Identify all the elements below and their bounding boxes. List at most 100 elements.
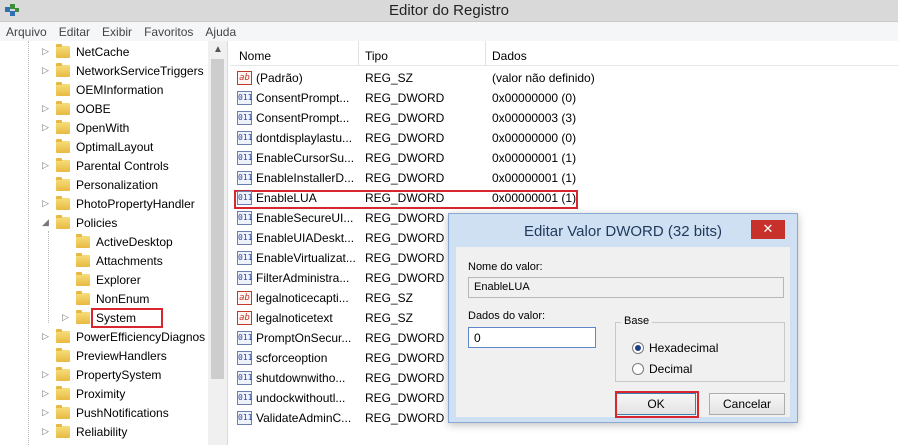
column-divider[interactable] — [358, 41, 359, 66]
expanded-arrow-icon[interactable]: ◢ — [42, 217, 49, 228]
value-name: EnableSecureUI... — [256, 211, 354, 225]
tree-item[interactable]: NonEnum — [0, 290, 208, 309]
tree-item[interactable]: Attachments — [0, 252, 208, 271]
decimal-radio-label[interactable]: Decimal — [649, 362, 692, 376]
tree-item[interactable]: ▷ PropertySystem — [0, 366, 208, 385]
folder-icon — [56, 215, 70, 229]
collapsed-arrow-icon[interactable]: ▷ — [42, 388, 49, 399]
tree-item[interactable]: ▷ OOBE — [0, 100, 208, 119]
ok-highlight-box — [615, 391, 699, 418]
value-data: 0x00000003 (3) — [492, 111, 577, 125]
value-row[interactable]: 011 EnableLUA REG_DWORD 0x00000001 (1) — [230, 188, 898, 208]
folder-icon — [56, 424, 70, 438]
tree-item[interactable]: ▷ Proximity — [0, 385, 208, 404]
dialog-title: Editar Valor DWORD (32 bits) — [523, 223, 723, 240]
collapsed-arrow-icon[interactable]: ▷ — [42, 426, 49, 437]
value-type: REG_DWORD — [365, 131, 445, 145]
list-header: Nome Tipo Dados — [230, 41, 898, 66]
system-key-highlight-box — [91, 308, 163, 328]
tree-item-label: Attachments — [96, 254, 163, 268]
value-type: REG_SZ — [365, 71, 414, 85]
hexadecimal-radio-label[interactable]: Hexadecimal — [649, 341, 718, 355]
collapsed-arrow-icon[interactable]: ▷ — [42, 331, 49, 342]
string-value-icon: ab — [237, 311, 252, 325]
tree-item[interactable]: ▷ Parental Controls — [0, 157, 208, 176]
column-header-tipo[interactable]: Tipo — [365, 49, 388, 63]
collapsed-arrow-icon[interactable]: ▷ — [42, 198, 49, 209]
value-name-label: Nome do valor: — [468, 261, 543, 273]
tree-item[interactable]: ▷ NetCache — [0, 43, 208, 62]
registry-key-tree[interactable]: ▲ ▷ NetCache ▷ NetworkServiceTriggers OEMInf… — [0, 41, 228, 445]
tree-item[interactable]: Personalization — [0, 176, 208, 195]
value-name: ConsentPrompt... — [256, 91, 350, 105]
menu-favoritos[interactable]: Favoritos — [144, 25, 193, 39]
menu-exibir[interactable]: Exibir — [102, 25, 132, 39]
tree-item[interactable]: ▷ Reliability — [0, 423, 208, 442]
tree-item[interactable]: PreviewHandlers — [0, 347, 208, 366]
tree-item-label: Explorer — [96, 273, 141, 287]
tree-item[interactable]: Explorer — [0, 271, 208, 290]
collapsed-arrow-icon[interactable]: ▷ — [62, 312, 69, 323]
binary-value-icon: 011 — [237, 191, 252, 205]
binary-value-icon: 011 — [237, 251, 252, 265]
column-header-nome[interactable]: Nome — [239, 49, 271, 63]
value-data-input[interactable]: 0 — [468, 327, 596, 348]
scroll-up-arrow-icon[interactable]: ▲ — [213, 44, 223, 55]
decimal-radio[interactable] — [632, 363, 644, 375]
hexadecimal-radio[interactable] — [632, 342, 644, 354]
tree-item-label: Parental Controls — [76, 159, 169, 173]
collapsed-arrow-icon[interactable]: ▷ — [42, 160, 49, 171]
folder-icon — [56, 348, 70, 362]
menu-ajuda[interactable]: Ajuda — [205, 25, 236, 39]
value-name: scforceoption — [256, 351, 328, 365]
tree-item[interactable]: ▷ PhotoPropertyHandler — [0, 195, 208, 214]
tree-item-label: Personalization — [76, 178, 159, 192]
folder-icon — [56, 120, 70, 134]
value-name: FilterAdministra... — [256, 271, 350, 285]
cancel-button[interactable]: Cancelar — [709, 393, 785, 415]
tree-item[interactable]: OptimalLayout — [0, 138, 208, 157]
value-row[interactable]: ab (Padrão) REG_SZ (valor não definido) — [230, 68, 898, 88]
tree-item[interactable]: OEMInformation — [0, 81, 208, 100]
tree-item[interactable]: ▷ PowerEfficiencyDiagnos — [0, 328, 208, 347]
value-name: shutdownwitho... — [256, 371, 346, 385]
value-type: REG_DWORD — [365, 231, 445, 245]
collapsed-arrow-icon[interactable]: ▷ — [42, 407, 49, 418]
tree-item-label: OOBE — [76, 102, 111, 116]
collapsed-arrow-icon[interactable]: ▷ — [42, 46, 49, 57]
collapsed-arrow-icon[interactable]: ▷ — [42, 369, 49, 380]
value-type: REG_DWORD — [365, 371, 445, 385]
menu-arquivo[interactable]: Arquivo — [6, 25, 47, 39]
value-row[interactable]: 011 dontdisplaylastu... REG_DWORD 0x0000000… — [230, 128, 898, 148]
menu-editar[interactable]: Editar — [59, 25, 90, 39]
value-row[interactable]: 011 ConsentPrompt... REG_DWORD 0x00000003 (… — [230, 108, 898, 128]
binary-value-icon: 011 — [237, 151, 252, 165]
collapsed-arrow-icon[interactable]: ▷ — [42, 65, 49, 76]
value-row[interactable]: 011 EnableCursorSu... REG_DWORD 0x00000001 … — [230, 148, 898, 168]
menu-bar: Arquivo Editar Exibir Favoritos Ajuda — [0, 22, 898, 41]
close-icon[interactable]: ✕ — [751, 220, 785, 239]
collapsed-arrow-icon[interactable]: ▷ — [42, 103, 49, 114]
tree-item-label: PropertySystem — [76, 368, 162, 382]
folder-icon — [56, 386, 70, 400]
folder-icon — [56, 329, 70, 343]
tree-item[interactable]: ActiveDesktop — [0, 233, 208, 252]
tree-item[interactable]: ▷ NetworkServiceTriggers — [0, 62, 208, 81]
column-header-dados[interactable]: Dados — [492, 49, 527, 63]
tree-item[interactable]: ◢ Policies — [0, 214, 208, 233]
value-row[interactable]: 011 EnableInstallerD... REG_DWORD 0x0000000… — [230, 168, 898, 188]
tree-scroll-thumb[interactable] — [211, 59, 224, 379]
value-row[interactable]: 011 ConsentPrompt... REG_DWORD 0x00000000 (… — [230, 88, 898, 108]
value-type: REG_DWORD — [365, 191, 445, 205]
value-type: REG_DWORD — [365, 391, 445, 405]
tree-item-label: Proximity — [76, 387, 126, 401]
folder-icon — [76, 272, 90, 286]
value-type: REG_DWORD — [365, 111, 445, 125]
binary-value-icon: 011 — [237, 391, 252, 405]
value-name-field: EnableLUA — [468, 277, 784, 298]
tree-item[interactable]: ▷ OpenWith — [0, 119, 208, 138]
column-divider[interactable] — [485, 41, 486, 66]
collapsed-arrow-icon[interactable]: ▷ — [42, 122, 49, 133]
tree-item[interactable]: ▷ PushNotifications — [0, 404, 208, 423]
tree-scrollbar[interactable]: ▲ — [208, 41, 227, 445]
